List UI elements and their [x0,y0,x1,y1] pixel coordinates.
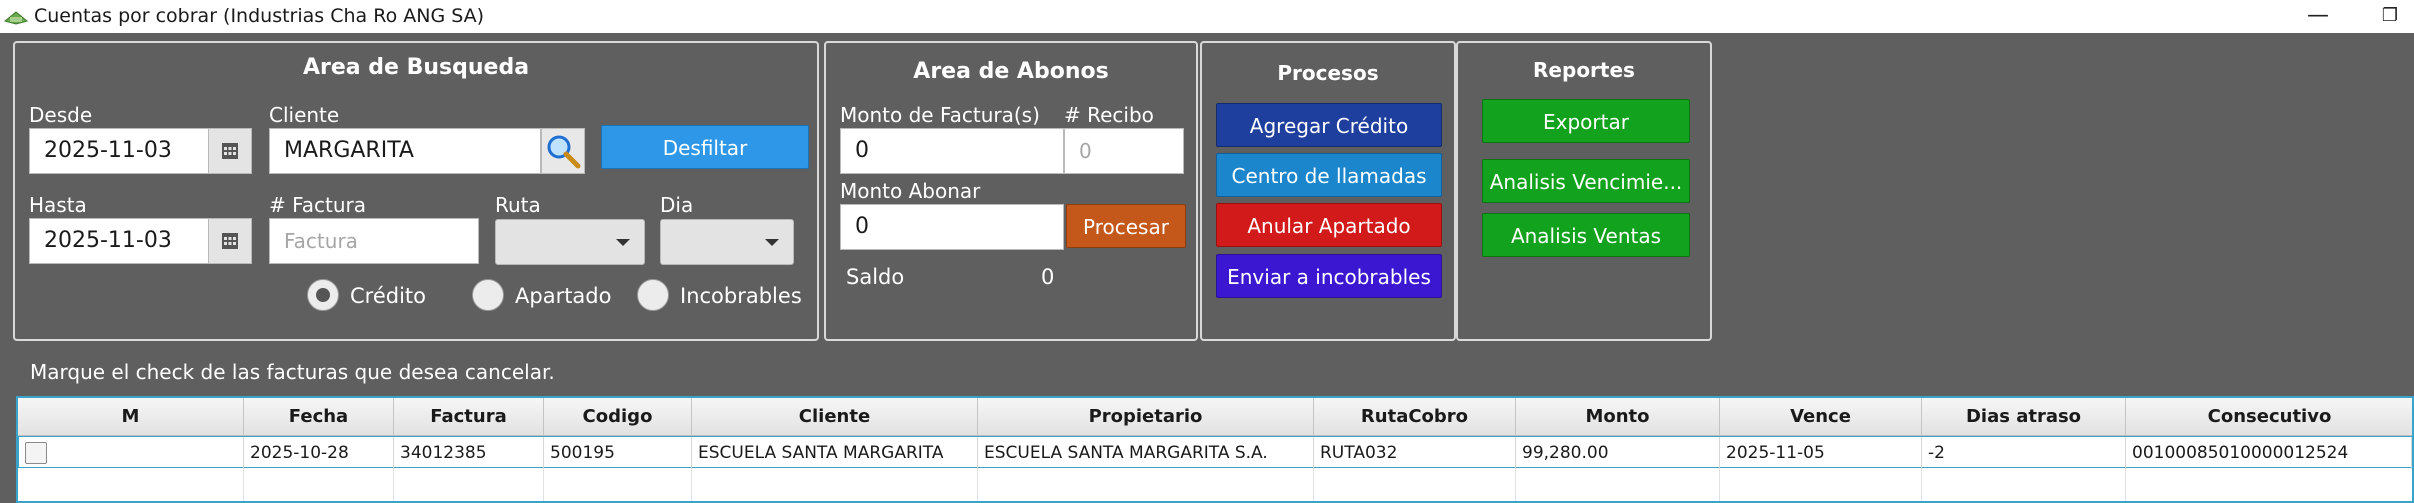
dia-label: Dia [660,193,694,217]
empty-row [18,468,2412,501]
cell-codigo: 500195 [544,437,692,469]
monto-abonar-label: Monto Abonar [840,179,981,203]
abonos-panel-title: Area de Abonos [913,59,1109,84]
cell-vence: 2025-11-05 [1720,437,1922,469]
cell-dias-atraso: -2 [1922,437,2126,469]
search-panel-title: Area de Busqueda [302,55,530,80]
column-header-cliente[interactable]: Cliente [692,398,978,436]
procesos-panel: Procesos Agregar Crédito Centro de llama… [1200,41,1456,341]
analisis-ventas-button[interactable]: Analisis Ventas [1482,213,1690,257]
agregar-credito-button[interactable]: Agregar Crédito [1216,103,1442,147]
chevron-down-icon [765,239,779,246]
monto-factura-field[interactable]: 0 [840,128,1064,174]
search-panel: Area de Busqueda Desde 2025-11-03 Client… [13,41,819,341]
procesar-button[interactable]: Procesar [1066,204,1186,248]
recibo-label: # Recibo [1064,103,1154,127]
radio-apartado-label[interactable]: Apartado [515,284,611,308]
cell-factura: 34012385 [394,437,544,469]
column-header-m[interactable]: M [18,398,244,436]
cliente-label: Cliente [269,103,340,127]
magnifier-icon [547,135,581,169]
dia-dropdown[interactable] [660,219,794,265]
factura-input[interactable]: Factura [269,218,479,264]
column-header-codigo[interactable]: Codigo [544,398,692,436]
instruction-text: Marque el check de las facturas que dese… [30,360,555,384]
monto-abonar-input[interactable]: 0 [840,204,1064,250]
abonos-panel: Area de Abonos Monto de Factura(s) 0 # R… [824,41,1198,341]
window-title: Cuentas por cobrar (Industrias Cha Ro AN… [34,5,485,27]
recibo-input[interactable]: 0 [1064,128,1184,174]
cell-fecha: 2025-10-28 [244,437,394,469]
column-header-dias-atraso[interactable]: Dias atraso [1922,398,2126,436]
column-header-rutacobro[interactable]: RutaCobro [1314,398,1516,436]
analisis-vencimiento-button[interactable]: Analisis Vencimie... [1482,159,1690,203]
restore-button[interactable]: ❐ [2370,2,2410,30]
invoices-table: M Fecha Factura Codigo Cliente Propietar… [16,396,2414,503]
radio-apartado[interactable] [472,279,504,311]
ruta-dropdown[interactable] [495,219,645,265]
column-header-monto[interactable]: Monto [1516,398,1720,436]
chevron-down-icon [616,239,630,246]
hasta-date-field[interactable]: 2025-11-03 [29,218,209,264]
ruta-label: Ruta [495,193,541,217]
radio-credito[interactable] [307,279,339,311]
reportes-panel: Reportes Exportar Analisis Vencimie... A… [1456,41,1712,341]
title-bar: Cuentas por cobrar (Industrias Cha Ro AN… [0,0,2414,33]
cash-icon [4,11,28,25]
column-header-fecha[interactable]: Fecha [244,398,394,436]
radio-credito-label[interactable]: Crédito [350,284,426,308]
monto-factura-label: Monto de Factura(s) [840,103,1040,127]
radio-incobrables[interactable] [637,279,669,311]
cell-rutacobro: RUTA032 [1314,437,1516,469]
desde-label: Desde [29,103,93,127]
cell-consecutivo: 00100085010000012524 [2126,437,2412,469]
table-row[interactable]: 2025-10-28 34012385 500195 ESCUELA SANTA… [18,436,2412,469]
radio-incobrables-label[interactable]: Incobrables [680,284,802,308]
hasta-calendar-button[interactable] [208,218,252,264]
calendar-icon [222,143,238,159]
hasta-label: Hasta [29,193,87,217]
factura-label: # Factura [269,193,367,217]
column-header-factura[interactable]: Factura [394,398,544,436]
minimize-button[interactable]: — [2298,2,2338,30]
saldo-value: 0 [1041,265,1055,289]
reportes-panel-title: Reportes [1533,58,1635,82]
column-header-vence[interactable]: Vence [1720,398,1922,436]
desde-date-field[interactable]: 2025-11-03 [29,128,209,174]
saldo-label: Saldo [846,265,905,289]
desfiltrar-button[interactable]: Desfiltar [601,125,809,169]
search-client-button[interactable] [541,128,585,174]
cell-cliente: ESCUELA SANTA MARGARITA [692,437,978,469]
exportar-button[interactable]: Exportar [1482,99,1690,143]
column-header-consecutivo[interactable]: Consecutivo [2126,398,2412,436]
calendar-icon [222,233,238,249]
row-checkbox[interactable] [25,442,47,464]
row-check-cell [19,437,244,469]
enviar-incobrables-button[interactable]: Enviar a incobrables [1216,254,1442,298]
cell-monto: 99,280.00 [1516,437,1720,469]
anular-apartado-button[interactable]: Anular Apartado [1216,203,1442,247]
desde-calendar-button[interactable] [208,128,252,174]
procesos-panel-title: Procesos [1277,61,1379,85]
cliente-input[interactable]: MARGARITA [269,128,541,174]
cell-propietario: ESCUELA SANTA MARGARITA S.A. [978,437,1314,469]
centro-llamadas-button[interactable]: Centro de llamadas [1216,153,1442,197]
column-header-propietario[interactable]: Propietario [978,398,1314,436]
